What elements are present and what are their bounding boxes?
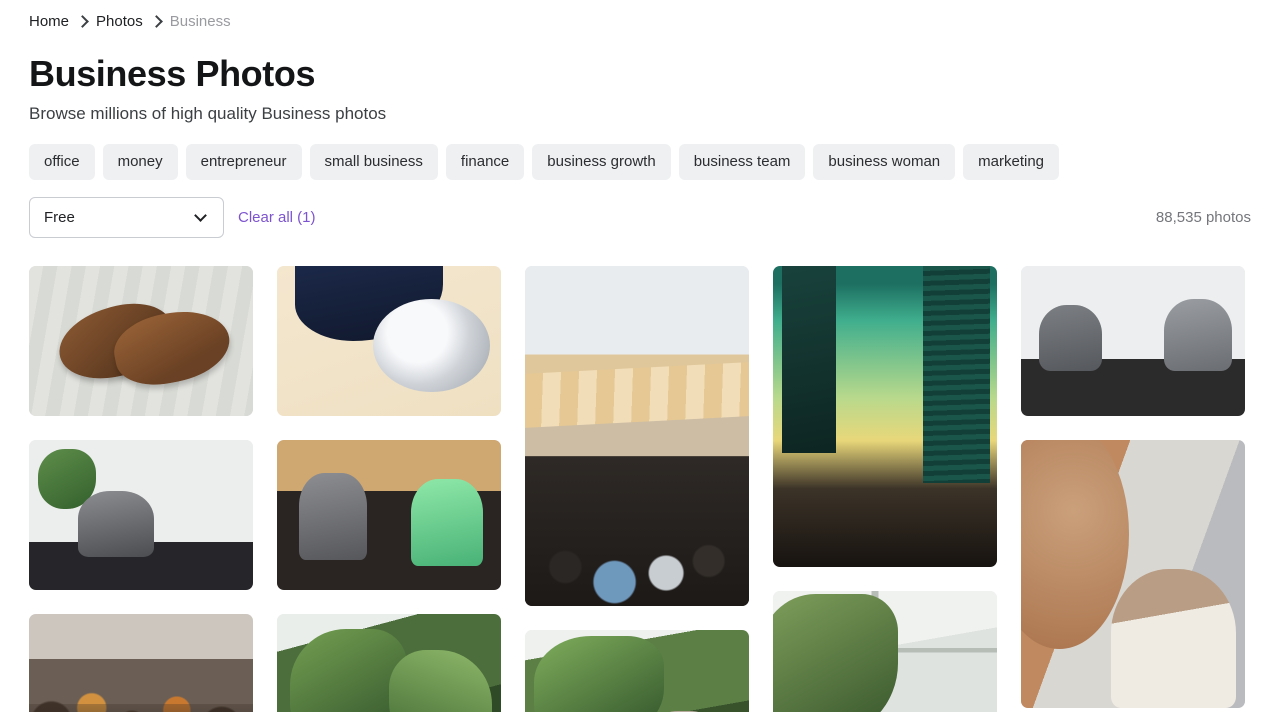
photo-thumbnail [773,591,997,712]
tag-chip-office[interactable]: office [29,144,95,180]
related-tags: office money entrepreneur small business… [29,144,1251,180]
photo-grid [29,266,1251,712]
chevron-down-icon [194,209,207,222]
photo-thumbnail [1021,440,1245,708]
license-select[interactable]: Free [29,197,224,238]
photo-thumbnail [29,440,253,590]
breadcrumb-item-photos[interactable]: Photos [96,13,143,30]
photo-thumbnail [29,266,253,416]
clear-all-filters-link[interactable]: Clear all (1) [238,209,316,226]
tag-chip-small-business[interactable]: small business [309,144,438,180]
license-select-value: Free [44,209,75,226]
breadcrumb: Home Photos Business [29,0,1251,42]
photo-grid-column [1021,266,1245,712]
photo-card[interactable] [29,614,253,712]
photo-card[interactable] [29,440,253,590]
photo-card[interactable] [29,266,253,416]
photo-grid-column [277,266,501,712]
tag-chip-business-growth[interactable]: business growth [532,144,671,180]
photo-grid-column [29,266,253,712]
tag-chip-entrepreneur[interactable]: entrepreneur [185,144,302,180]
tag-chip-finance[interactable]: finance [445,144,525,180]
photo-thumbnail [525,266,749,606]
photo-card[interactable] [277,614,501,712]
photo-card[interactable] [277,266,501,416]
photo-thumbnail [1021,266,1245,416]
photo-card[interactable] [773,591,997,712]
photo-thumbnail [29,614,253,712]
breadcrumb-item-home[interactable]: Home [29,13,69,30]
photo-grid-column [525,266,749,712]
license-select-wrapper: Free [29,197,224,238]
photo-thumbnail [277,614,501,712]
breadcrumb-item-business: Business [169,12,231,30]
result-count-label: 88,535 photos [1155,209,1251,226]
photo-thumbnail [277,440,501,590]
photo-thumbnail [525,630,749,712]
photo-grid-column [773,266,997,712]
tag-chip-money[interactable]: money [102,144,178,180]
filter-bar: Free Clear all (1) 88,535 photos [29,197,1251,238]
photo-thumbnail [773,266,997,567]
chevron-right-icon [149,14,163,28]
photo-category-page: Home Photos Business Business Photos Bro… [0,0,1280,712]
photo-thumbnail [277,266,501,416]
tag-chip-business-woman[interactable]: business woman [813,144,956,180]
photo-card[interactable] [525,266,749,606]
photo-card[interactable] [1021,440,1245,708]
photo-card[interactable] [277,440,501,590]
photo-card[interactable] [773,266,997,567]
photo-card[interactable] [1021,266,1245,416]
page-title: Business Photos [29,53,316,94]
page-subtitle: Browse millions of high quality Business… [29,104,387,123]
tag-chip-business-team[interactable]: business team [678,144,806,180]
chevron-right-icon [76,14,89,28]
photo-card[interactable] [525,630,749,712]
tag-chip-marketing[interactable]: marketing [963,144,1059,180]
